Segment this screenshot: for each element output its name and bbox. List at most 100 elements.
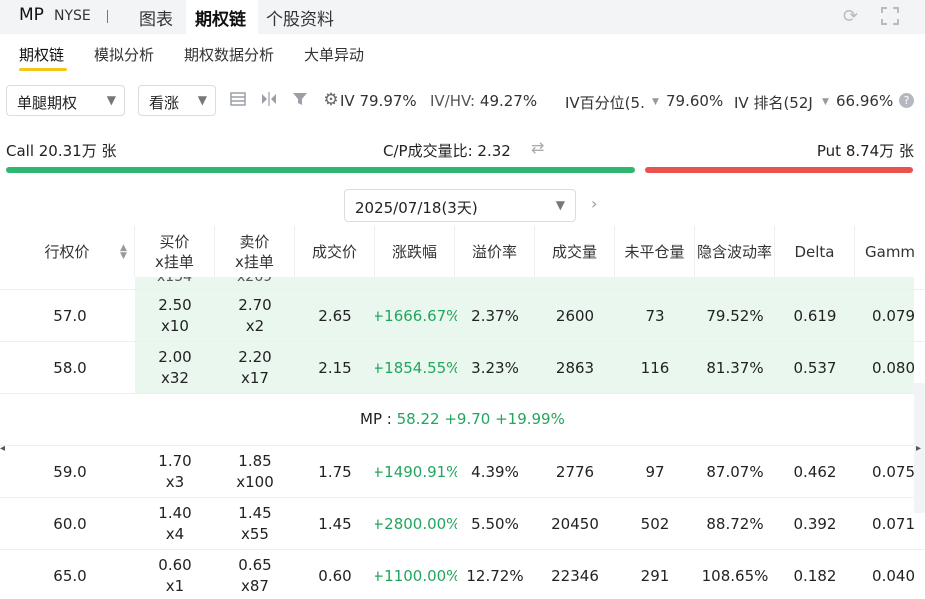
- col-ask[interactable]: 卖价 x挂单: [215, 226, 295, 277]
- cell-bid: 2.50 x10: [135, 290, 215, 342]
- col-strike-label: 行权价: [44, 242, 90, 261]
- cell-premium: 5.50%: [455, 498, 535, 550]
- iv-value: 79.97%: [359, 92, 417, 110]
- cell-premium-value: 5.50%: [471, 514, 519, 533]
- col-premium-label: 溢价率: [471, 242, 517, 261]
- col-ask-label: 卖价: [239, 232, 270, 251]
- col-delta[interactable]: Delta: [775, 226, 855, 277]
- col-last-label: 成交价: [311, 242, 357, 261]
- col-bid[interactable]: 买价 x挂单: [135, 226, 215, 277]
- iv-rank-caret-icon[interactable]: ▼: [822, 97, 829, 107]
- cell-bid_size: x3: [165, 473, 185, 491]
- col-iv[interactable]: 隐含波动率: [695, 226, 775, 277]
- iv-percentile-label[interactable]: IV百分位(5.: [565, 92, 649, 113]
- cell-premium-value: 4.39%: [471, 462, 519, 481]
- col-bid-sub: x挂单: [155, 252, 194, 271]
- cell-iv: 87.07%: [695, 446, 775, 498]
- tab-option-chain[interactable]: 期权链: [195, 5, 246, 30]
- cell-last-value: 1.75: [318, 462, 352, 481]
- iv-percentile-caret-icon[interactable]: ▼: [652, 97, 659, 107]
- table-row[interactable]: 59.0 1.70 x3 1.85 x100 1.75 +1490.91% 4.39% 2776…: [0, 445, 925, 497]
- cell-gamma: 0.071: [855, 498, 915, 550]
- cell-delta-value: 0.537: [793, 358, 837, 377]
- cell-ask_size: x87: [241, 577, 269, 595]
- strategy-select[interactable]: 单腿期权 ▼: [6, 85, 125, 116]
- table-row[interactable]: 60.0 1.40 x4 1.45 x55 1.45 +2800.00% 5.50% 20450…: [0, 497, 925, 549]
- cell-premium-value: 2.37%: [471, 306, 519, 325]
- tab-profile[interactable]: 个股资料: [266, 5, 334, 30]
- subtab-large-trades[interactable]: 大单异动: [304, 44, 364, 65]
- gear-icon[interactable]: ⚙: [322, 90, 340, 110]
- scroll-right-icon[interactable]: ▸: [916, 443, 921, 454]
- cell-gamma-value: 0.071: [872, 514, 915, 533]
- cell-oi-value: 73: [645, 306, 665, 325]
- sort-icon[interactable]: ▲ ▼: [120, 244, 127, 261]
- col-premium[interactable]: 溢价率: [455, 226, 535, 277]
- next-expiry-icon[interactable]: ›: [591, 194, 597, 213]
- iv-percentile-value: 79.60%: [666, 92, 724, 110]
- col-oi[interactable]: 未平仓量: [615, 226, 695, 277]
- cell-strike: 58.0: [0, 342, 140, 394]
- cell-premium-value: 3.23%: [471, 358, 519, 377]
- table-row[interactable]: 65.0 0.60 x1 0.65 x87 0.60 +1100.00% 12.72% 2234…: [0, 549, 925, 599]
- cell-delta-value: 0.462: [793, 462, 837, 481]
- help-icon[interactable]: ?: [899, 93, 914, 108]
- col-iv-label: 隐含波动率: [696, 242, 772, 261]
- col-strike[interactable]: 行权价: [0, 226, 135, 277]
- subtab-option-analysis[interactable]: 期权数据分析: [184, 44, 274, 65]
- cell-iv-value: 81.37%: [706, 358, 764, 377]
- table-row[interactable]: 58.0 2.00 x32 2.20 x17 2.15 +1854.55% 3.23% 2863…: [0, 341, 925, 394]
- iv-rank-label[interactable]: IV 排名(52J: [734, 92, 818, 113]
- cell-premium: 12.72%: [455, 550, 535, 599]
- col-change[interactable]: 涨跌幅: [375, 226, 455, 277]
- col-last[interactable]: 成交价: [295, 226, 375, 277]
- cell-oi: 291: [615, 550, 695, 599]
- col-volume[interactable]: 成交量: [535, 226, 615, 277]
- expand-icon[interactable]: [880, 6, 900, 31]
- cell-change: +2800.00%: [375, 498, 457, 550]
- cell-volume-value: 2863: [555, 358, 595, 377]
- refresh-icon[interactable]: ⟳: [843, 6, 858, 27]
- cell-volume-value: 20450: [551, 514, 599, 533]
- put-volume: Put 8.74万 张: [816, 142, 914, 160]
- cell-strike-value: 65.0: [53, 566, 87, 585]
- cp-ratio-value: 2.32: [477, 142, 511, 160]
- swap-icon[interactable]: ⇄: [531, 138, 544, 157]
- underlying-last: 58.22: [396, 410, 440, 428]
- table-row[interactable]: 57.0 2.50 x10 2.70 x2 2.65 +1666.67% 2.37% 2600 7…: [0, 289, 925, 342]
- cell-last: 1.75: [295, 446, 375, 498]
- cell-gamma-value: 0.075: [872, 462, 915, 481]
- cell-last-value: 2.65: [318, 306, 352, 325]
- col-ask-sub: x挂单: [235, 252, 274, 271]
- expiry-select[interactable]: 2025/07/18(3天) ▼: [344, 189, 576, 222]
- cell-ask-value: 1.85: [238, 452, 272, 470]
- cell-strike-value: 58.0: [53, 358, 87, 377]
- cell-bid_size: x32: [161, 369, 189, 387]
- cell-volume: 22346: [535, 550, 615, 599]
- cell-ask: 0.65 x87: [215, 550, 295, 599]
- col-bid-label: 买价: [159, 232, 190, 251]
- direction-select[interactable]: 看涨 ▼: [138, 85, 216, 116]
- subtab-option-chain[interactable]: 期权链: [19, 44, 64, 65]
- cell-oi: 73: [615, 290, 695, 342]
- ticker-symbol: MP: [19, 5, 44, 25]
- grid-icon[interactable]: [229, 91, 247, 109]
- cell-strike-value: 59.0: [53, 462, 87, 481]
- call-volume: Call 20.31万 张: [6, 142, 117, 160]
- cell-volume: 2863: [535, 342, 615, 394]
- cell-bid-value: 1.40: [158, 504, 192, 522]
- cell-gamma-value: 0.080: [872, 358, 915, 377]
- split-icon[interactable]: [260, 91, 278, 109]
- scroll-left-icon[interactable]: ◂: [0, 443, 5, 454]
- cell-change: +1490.91%: [375, 446, 457, 498]
- cell-ask_size: x2: [245, 317, 265, 335]
- cell-ask: 1.85 x100: [215, 446, 295, 498]
- col-gamma[interactable]: Gamm: [855, 226, 925, 277]
- tab-chart[interactable]: 图表: [139, 5, 173, 30]
- cp-ratio-label: C/P成交量比:: [383, 142, 473, 160]
- subtab-simulation[interactable]: 模拟分析: [94, 44, 154, 65]
- cell-volume-value: 22346: [551, 566, 599, 585]
- filter-icon[interactable]: [291, 91, 309, 109]
- cell-strike: 65.0: [0, 550, 140, 599]
- cell-oi-value: 116: [640, 358, 670, 377]
